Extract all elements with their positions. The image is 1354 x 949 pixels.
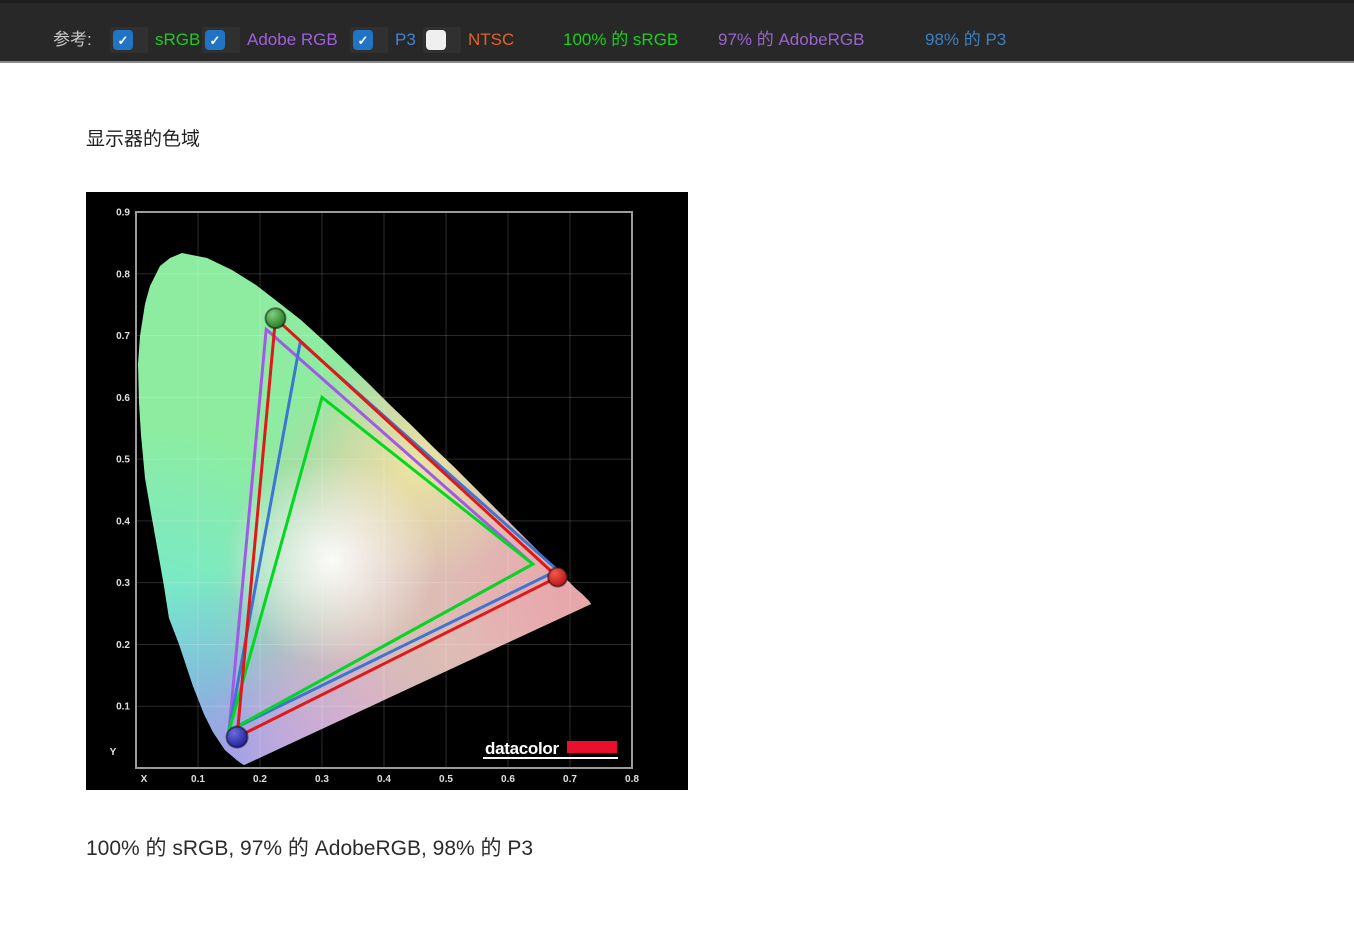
svg-text:0.3: 0.3 — [116, 578, 130, 589]
result-srgb-coverage: 100% 的 sRGB — [563, 30, 679, 49]
svg-text:0.2: 0.2 — [116, 640, 130, 651]
page-title: 显示器的色域 — [86, 129, 201, 150]
svg-text:0.1: 0.1 — [191, 774, 205, 785]
svg-text:X: X — [141, 774, 148, 785]
result-adobergb-coverage: 97% 的 AdobeRGB — [718, 30, 865, 49]
svg-text:0.2: 0.2 — [253, 774, 267, 785]
svg-text:0.4: 0.4 — [116, 516, 130, 527]
checkbox-group-ntsc: NTSC — [423, 26, 514, 54]
svg-text:0.9: 0.9 — [116, 208, 130, 219]
check-icon: ✓ — [117, 32, 129, 48]
svg-text:0.4: 0.4 — [377, 774, 391, 785]
gamut-chart-svg: 0.1 0.2 0.3 0.4 0.5 0.6 0.7 0.8 0.1 0.2 0.3 0.4 0.5 0… — [86, 192, 688, 790]
gamut-chart: 0.1 0.2 0.3 0.4 0.5 0.6 0.7 0.8 0.1 0.2 0.3 0.4 0.5 0… — [86, 192, 688, 790]
reference-label: 参考: — [53, 30, 92, 49]
checkbox-group-srgb: ✓ sRGB — [110, 26, 200, 54]
ntsc-checkbox-label[interactable]: NTSC — [468, 29, 514, 51]
adobergb-checkbox[interactable]: ✓ — [202, 27, 240, 53]
svg-text:0.8: 0.8 — [625, 774, 639, 785]
svg-text:0.7: 0.7 — [563, 774, 577, 785]
check-icon: ✓ — [209, 32, 221, 48]
checkbox-group-adobergb: ✓ Adobe RGB — [202, 26, 338, 54]
primary-marker-red — [547, 566, 569, 588]
datacolor-logo-text: datacolor — [485, 739, 560, 758]
app-window: 参考: ✓ sRGB ✓ Adobe RGB ✓ P3 NTSC 100% 的 … — [0, 0, 1354, 949]
svg-text:0.5: 0.5 — [439, 774, 453, 785]
svg-text:0.1: 0.1 — [116, 702, 130, 713]
svg-text:0.5: 0.5 — [116, 455, 130, 466]
svg-text:Y: Y — [110, 747, 117, 758]
primary-marker-green — [264, 307, 287, 330]
ntsc-checkbox[interactable] — [423, 27, 461, 53]
svg-text:0.6: 0.6 — [501, 774, 515, 785]
gamut-summary-caption: 100% 的 sRGB, 97% 的 AdobeRGB, 98% 的 P3 — [86, 837, 534, 860]
srgb-checkbox-label[interactable]: sRGB — [155, 29, 200, 51]
reference-toolbar: 参考: ✓ sRGB ✓ Adobe RGB ✓ P3 NTSC 100% 的 … — [0, 0, 1354, 63]
svg-text:0.3: 0.3 — [315, 774, 329, 785]
adobergb-checkbox-label[interactable]: Adobe RGB — [247, 29, 338, 51]
srgb-checkbox[interactable]: ✓ — [110, 27, 148, 53]
svg-text:0.7: 0.7 — [116, 331, 130, 342]
result-p3-coverage: 98% 的 P3 — [925, 30, 1007, 49]
datacolor-logo-red-bar — [567, 741, 617, 753]
check-icon: ✓ — [357, 32, 369, 48]
p3-checkbox[interactable]: ✓ — [350, 27, 388, 53]
svg-text:0.6: 0.6 — [116, 393, 130, 404]
p3-checkbox-label[interactable]: P3 — [395, 29, 416, 51]
checkbox-group-p3: ✓ P3 — [350, 26, 416, 54]
svg-text:0.8: 0.8 — [116, 269, 130, 280]
primary-marker-blue — [225, 725, 249, 749]
